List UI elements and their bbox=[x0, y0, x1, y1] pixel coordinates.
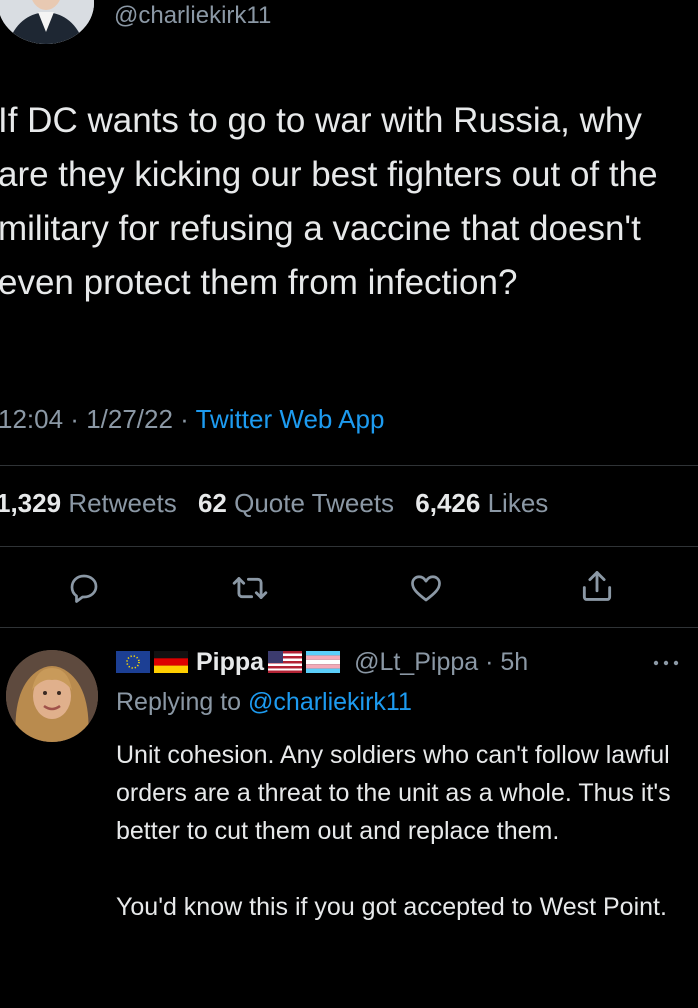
like-button[interactable] bbox=[406, 568, 446, 608]
reply-author-avatar[interactable] bbox=[6, 650, 98, 742]
more-button[interactable] bbox=[652, 648, 680, 674]
meta-separator: · bbox=[478, 647, 501, 676]
reply-icon bbox=[70, 574, 98, 603]
like-icon bbox=[411, 575, 441, 602]
tweet-stats: 1,329 Retweets 62 Quote Tweets 6,426 Lik… bbox=[0, 488, 548, 519]
meta-separator: · bbox=[63, 404, 87, 434]
share-icon bbox=[582, 571, 612, 601]
retweet-icon bbox=[232, 577, 268, 599]
reply-time: 5h bbox=[500, 647, 529, 676]
retweet-button[interactable] bbox=[230, 568, 270, 608]
quote-tweets-stat[interactable]: 62 Quote Tweets bbox=[198, 488, 394, 518]
replying-to-mention[interactable]: @charliekirk11 bbox=[248, 688, 412, 716]
quote-tweets-label: Quote Tweets bbox=[234, 488, 395, 518]
divider bbox=[0, 546, 698, 547]
share-button[interactable] bbox=[577, 566, 617, 606]
meta-separator: · bbox=[172, 404, 196, 434]
replying-prefix: Replying to bbox=[116, 688, 249, 716]
reply-header: Pippa @Lt_Pippa · 5h bbox=[116, 646, 528, 678]
reply-paragraph: You'd know this if you got accepted to W… bbox=[116, 893, 667, 921]
replying-to: Replying to @charliekirk11 bbox=[116, 688, 412, 717]
reply-paragraph: Unit cohesion. Any soldiers who can't fo… bbox=[116, 741, 671, 845]
retweets-count: 1,329 bbox=[0, 488, 62, 518]
reply-author-handle[interactable]: @Lt_Pippa · 5h bbox=[354, 648, 528, 677]
reply-handle-text: @Lt_Pippa bbox=[354, 647, 479, 676]
germany-flag-icon bbox=[154, 651, 188, 673]
us-flag-icon bbox=[268, 651, 303, 673]
tweet-date[interactable]: 1/27/22 bbox=[86, 404, 173, 434]
divider bbox=[0, 627, 698, 628]
likes-stat[interactable]: 6,426 Likes bbox=[415, 488, 548, 518]
reply-text: Unit cohesion. Any soldiers who can't fo… bbox=[116, 736, 690, 926]
reply-author-name[interactable]: Pippa bbox=[196, 648, 264, 677]
eu-flag-icon bbox=[116, 651, 150, 673]
transgender-flag-icon bbox=[306, 651, 341, 673]
tweet-meta: 12:04 · 1/27/22 · Twitter Web App bbox=[0, 404, 384, 435]
tweet-text: If DC wants to go to war with Russia, wh… bbox=[0, 101, 658, 302]
reply-button[interactable] bbox=[64, 568, 104, 608]
author-handle[interactable]: @charliekirk11 bbox=[114, 2, 271, 30]
quote-tweets-count: 62 bbox=[197, 488, 227, 518]
retweets-label: Retweets bbox=[68, 488, 177, 518]
divider bbox=[0, 465, 698, 466]
more-icon bbox=[653, 660, 679, 666]
tweet-time[interactable]: 12:04 bbox=[0, 404, 63, 434]
tweet-source-link[interactable]: Twitter Web App bbox=[196, 404, 385, 434]
likes-count: 6,426 bbox=[415, 488, 481, 518]
likes-label: Likes bbox=[487, 488, 549, 518]
retweets-stat[interactable]: 1,329 Retweets bbox=[0, 488, 177, 518]
author-avatar[interactable] bbox=[0, 0, 94, 44]
